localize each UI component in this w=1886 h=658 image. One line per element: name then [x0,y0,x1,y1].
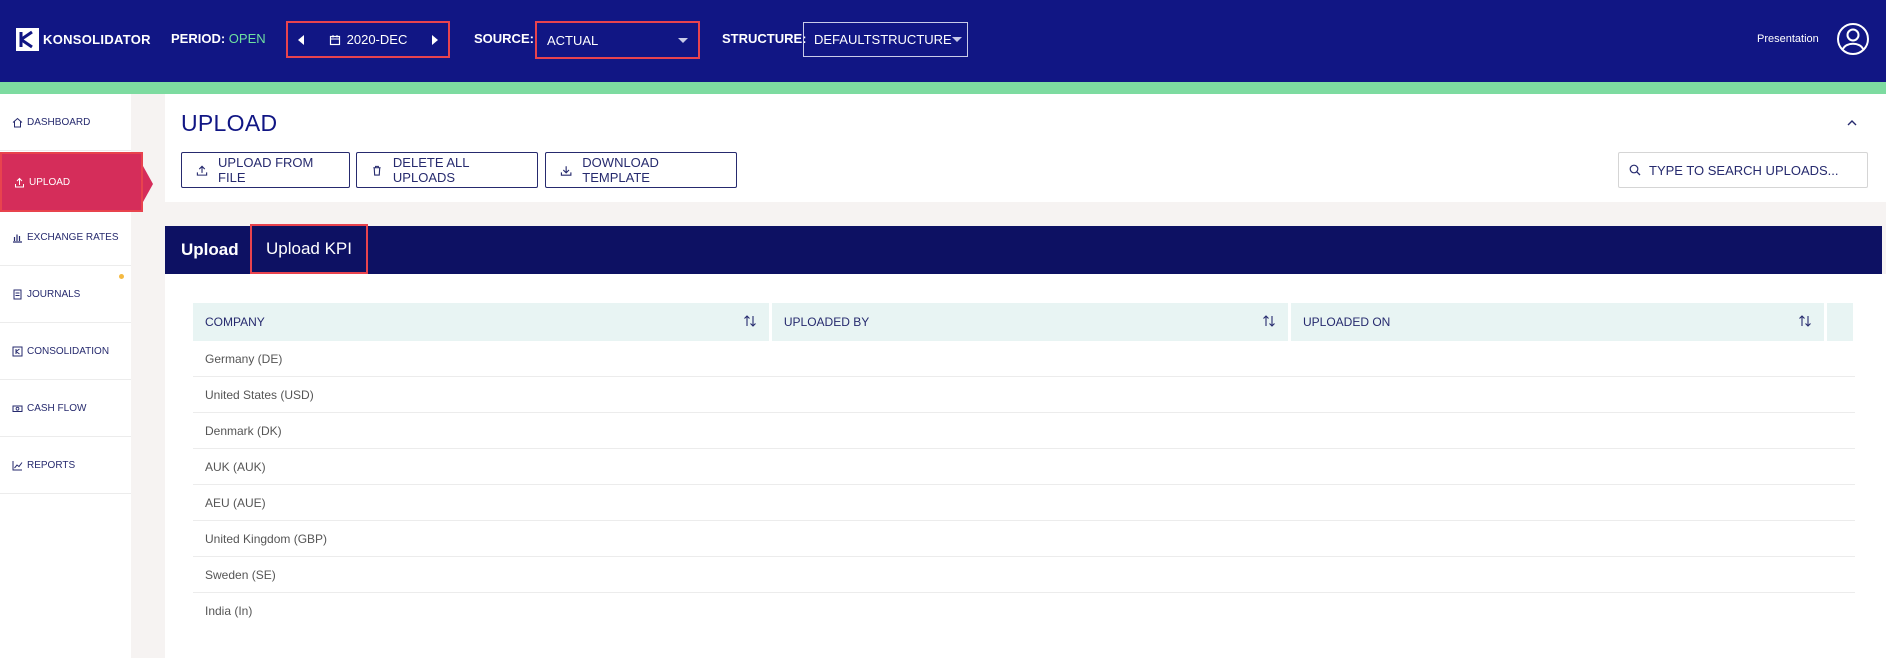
upload-icon [196,165,208,176]
column-header-label: COMPANY [205,315,265,329]
tab-bar: Upload Upload KPI [165,224,1882,274]
brand-name: KONSOLIDATOR [43,32,151,47]
cell-company: Germany (DE) [205,351,283,366]
search-input[interactable] [1649,162,1849,178]
brand-logo[interactable]: KONSOLIDATOR [16,28,151,51]
table-row[interactable]: Sweden (SE) [193,557,1855,593]
period-label-text: PERIOD: [171,31,226,46]
sidebar-item-upload[interactable]: UPLOAD [0,152,153,212]
konsolidator-logo-icon [16,28,39,51]
table-row[interactable]: Germany (DE) [193,341,1855,377]
upload-from-file-button[interactable]: UPLOAD FROM FILE [181,152,350,188]
column-header-label: UPLOADED BY [783,315,870,329]
page-title: UPLOAD [181,110,278,136]
next-period-icon[interactable] [431,34,438,45]
column-header-uploaded-on[interactable]: UPLOADED ON [1290,303,1824,341]
table-header: COMPANY UPLOADED BY UPLOADED ON [193,303,1853,341]
source-label: SOURCE: [474,31,534,46]
document-icon [13,289,22,299]
chevron-up-icon[interactable] [1846,114,1858,132]
accent-strip [0,82,1886,94]
download-icon [560,165,572,176]
column-header-company[interactable]: COMPANY [193,303,769,341]
sidebar-item-journals[interactable]: JOURNALS [0,266,131,323]
sort-icon[interactable] [743,314,757,330]
trash-icon [373,165,381,176]
line-chart-icon [12,460,23,470]
source-dropdown[interactable]: ACTUAL [535,21,700,59]
sidebar-item-reports[interactable]: REPORTS [0,437,131,494]
table-row[interactable]: United Kingdom (GBP) [193,521,1855,557]
sidebar-item-label: REPORTS [27,459,76,471]
upload-icon [15,177,24,187]
button-label: DELETE ALL UPLOADS [392,155,470,185]
download-template-button[interactable]: DOWNLOAD TEMPLATE [545,152,737,188]
cell-company: AUK (AUK) [205,459,266,474]
table-row[interactable]: India (In) [193,593,1855,629]
delete-all-uploads-button[interactable]: DELETE ALL UPLOADS [356,152,538,188]
source-value: ACTUAL [547,32,599,48]
sort-icon[interactable] [1798,314,1812,330]
table-row[interactable]: United States (USD) [193,377,1855,413]
sidebar-item-cash-flow[interactable]: CASH FLOW [0,380,131,437]
column-header-label: UPLOADED ON [1302,315,1391,329]
tab-upload[interactable]: Upload [181,226,239,274]
chevron-down-icon [678,37,688,43]
period-selector[interactable]: 2020-DEC [286,21,450,58]
button-label: UPLOAD FROM FILE [218,155,314,185]
table-row[interactable]: AUK (AUK) [193,449,1855,485]
sidebar-item-label: JOURNALS [27,288,81,300]
period-value: 2020-DEC [346,32,408,47]
cash-icon [12,405,23,412]
user-avatar-icon[interactable] [1836,22,1870,61]
period-label: PERIOD: OPEN [171,31,266,46]
cell-company: AEU (AUE) [205,495,266,510]
column-header-spacer [1827,303,1853,341]
period-status: OPEN [228,31,266,46]
notification-dot [119,274,124,279]
cell-company: Denmark (DK) [205,423,282,438]
user-name[interactable]: Presentation [1757,33,1819,45]
structure-dropdown[interactable]: DEFAULTSTRUCTURE [803,22,968,57]
calendar-icon [329,34,340,45]
chevron-down-icon [951,37,962,42]
sidebar-item-label: CASH FLOW [27,402,87,414]
bar-chart-icon [13,234,22,243]
home-icon [12,117,23,127]
cell-company: Sweden (SE) [205,567,276,582]
previous-period-icon[interactable] [298,34,304,45]
cell-company: United States (USD) [205,387,314,402]
search-icon [1629,164,1641,176]
sidebar-item-label: DASHBOARD [27,116,91,128]
sidebar-item-label: EXCHANGE RATES [27,231,119,243]
structure-label: STRUCTURE: [722,31,807,46]
cell-company: India (In) [205,604,253,618]
structure-value: DEFAULTSTRUCTURE [814,32,952,47]
period-display[interactable]: 2020-DEC [329,32,408,47]
table-row[interactable]: Denmark (DK) [193,413,1855,449]
sidebar-item-dashboard[interactable]: DASHBOARD [0,94,131,151]
sort-icon[interactable] [1262,314,1276,330]
cell-company: United Kingdom (GBP) [205,531,328,546]
button-label: DOWNLOAD TEMPLATE [582,155,659,185]
sidebar-item-label: UPLOAD [29,176,71,188]
search-box[interactable] [1618,152,1868,188]
sidebar-item-consolidation[interactable]: CONSOLIDATION [0,323,131,380]
table-row[interactable]: AEU (AUE) [193,485,1855,521]
sidebar-item-label: CONSOLIDATION [27,345,110,357]
tab-upload-kpi[interactable]: Upload KPI [250,224,368,274]
konsolidator-icon [12,346,23,356]
column-header-uploaded-by[interactable]: UPLOADED BY [771,303,1288,341]
sidebar-item-exchange-rates[interactable]: EXCHANGE RATES [0,209,131,266]
